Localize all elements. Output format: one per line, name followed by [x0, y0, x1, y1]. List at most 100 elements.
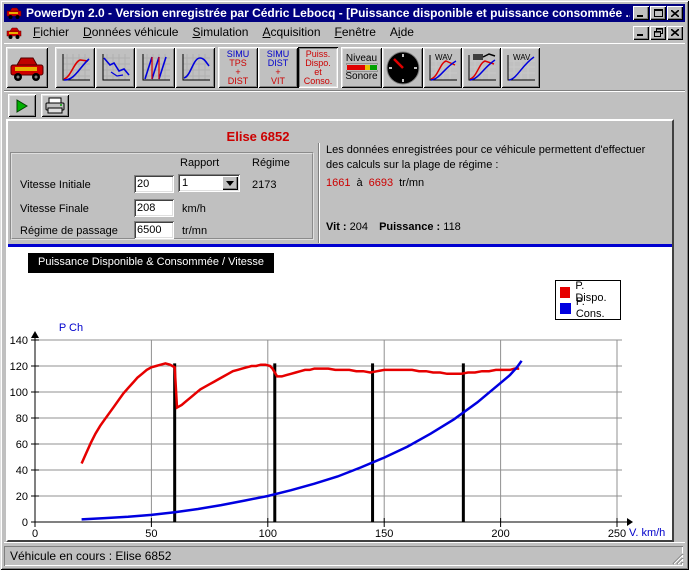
- info-line-1: Les données enregistrées pour ce véhicul…: [326, 143, 672, 158]
- svg-text:100: 100: [259, 528, 277, 540]
- window-title: PowerDyn 2.0 - Version enregistrée par C…: [26, 6, 630, 20]
- svg-text:120: 120: [10, 361, 28, 373]
- vehicle-button[interactable]: [6, 47, 48, 88]
- deceleration-chart-icon: [99, 52, 132, 84]
- niveau-sonore-button[interactable]: Niveau Sonore: [341, 47, 382, 88]
- graph-deceleration-button[interactable]: [95, 47, 135, 88]
- result-readout: Vit : 204 Puissance : 118: [326, 221, 469, 233]
- svg-text:50: 50: [145, 528, 157, 540]
- minimize-button[interactable]: [633, 6, 649, 20]
- status-text: Véhicule en cours : Elise 6852: [10, 549, 171, 563]
- svg-text:80: 80: [16, 413, 28, 425]
- regime-passage-label: Régime de passage: [20, 225, 118, 237]
- svg-text:0: 0: [22, 517, 28, 529]
- vehicle-name-title: Elise 6852: [138, 129, 378, 144]
- status-panel: Véhicule en cours : Elise 6852: [4, 546, 683, 566]
- vit-label: Vit :: [326, 221, 347, 233]
- close-button[interactable]: [667, 6, 683, 20]
- regime-passage-input[interactable]: [134, 221, 174, 239]
- red-swatch-icon: [560, 287, 570, 298]
- print-button[interactable]: [41, 94, 69, 117]
- chart-title: Puissance Disponible & Consommée / Vites…: [28, 253, 274, 273]
- svg-text:100: 100: [10, 387, 28, 399]
- mdi-close-button[interactable]: [667, 26, 683, 40]
- svg-text:60: 60: [16, 439, 28, 451]
- info-line-2: des calculs sur la plage de régime :: [326, 158, 672, 173]
- car-icon: [9, 54, 45, 82]
- document-car-icon[interactable]: [6, 26, 22, 40]
- svg-text:40: 40: [16, 465, 28, 477]
- graph-torque-button[interactable]: [175, 47, 215, 88]
- svg-text:200: 200: [491, 528, 509, 540]
- app-window: PowerDyn 2.0 - Version enregistrée par C…: [0, 0, 689, 570]
- mdi-restore-button[interactable]: [650, 26, 666, 40]
- menu-bar: Fichier Données véhicule Simulation Acqu…: [4, 23, 685, 42]
- run-button[interactable]: [8, 94, 36, 117]
- svg-text:WAV: WAV: [435, 53, 453, 62]
- menu-acquisition[interactable]: Acquisition: [255, 23, 327, 42]
- title-bar: PowerDyn 2.0 - Version enregistrée par C…: [4, 4, 685, 22]
- svg-text:140: 140: [10, 335, 28, 347]
- rpm-range-min: 1661: [326, 177, 350, 189]
- torque-chart-icon: [179, 52, 212, 84]
- legend-item-cons: P. Cons.: [560, 300, 616, 316]
- puissance-label: Puissance :: [379, 221, 440, 233]
- svg-text:150: 150: [375, 528, 393, 540]
- app-car-icon: [6, 6, 22, 20]
- svg-text:20: 20: [16, 491, 28, 503]
- graph-power-speed-button[interactable]: [55, 47, 95, 88]
- vitesse-finale-label: Vitesse Finale: [20, 203, 89, 215]
- play-icon: [16, 99, 28, 113]
- vitesse-finale-input[interactable]: [134, 199, 174, 217]
- menu-fichier[interactable]: Fichier: [26, 23, 76, 42]
- spark-wav-button[interactable]: [462, 47, 501, 88]
- regime-value: 2173: [252, 179, 276, 191]
- wav-speed-chart-icon: WAV: [504, 51, 537, 84]
- blue-swatch-icon: [560, 303, 571, 314]
- mdi-minimize-button[interactable]: [633, 26, 649, 40]
- puiss-dispo-conso-button[interactable]: Puiss. Dispo. et Conso.: [298, 47, 338, 88]
- vitesse-finale-unit: km/h: [182, 203, 206, 215]
- regime-header: Régime: [252, 157, 290, 169]
- menu-donnees-vehicule[interactable]: Données véhicule: [76, 23, 185, 42]
- menu-aide[interactable]: Aide: [383, 23, 421, 42]
- rapport-dropdown-button[interactable]: [222, 176, 238, 190]
- simu-dist-vit-button[interactable]: SIMU DIST + VIT: [258, 47, 298, 88]
- svg-text:0: 0: [32, 528, 38, 540]
- chevron-down-icon: [226, 181, 234, 186]
- svg-text:WAV: WAV: [513, 53, 531, 62]
- simulation-panel: Elise 6852 Rapport Régime Vitesse Initia…: [6, 119, 674, 542]
- regime-passage-unit: tr/mn: [182, 225, 207, 237]
- tachometer-icon: [386, 51, 420, 85]
- gauge-button[interactable]: [382, 47, 423, 88]
- vitesse-initiale-label: Vitesse Initiale: [20, 179, 91, 191]
- graph-gears-button[interactable]: [135, 47, 175, 88]
- rapport-select[interactable]: 1: [178, 174, 240, 192]
- menu-fenetre[interactable]: Fenêtre: [328, 23, 383, 42]
- maximize-button[interactable]: [650, 6, 666, 20]
- rpm-range-unit: tr/mn: [399, 177, 424, 189]
- rpm-range-max: 6693: [369, 177, 393, 189]
- run-toolbar: [4, 90, 685, 118]
- rpm-range-info: Les données enregistrées pour ce véhicul…: [326, 143, 672, 189]
- speed-parameters-groupbox: Rapport Régime Vitesse Initiale 1 2173 V…: [10, 152, 314, 240]
- resize-grip[interactable]: [671, 552, 684, 565]
- wav-power-chart-icon: WAV: [426, 51, 459, 84]
- parameters-area: Elise 6852 Rapport Régime Vitesse Initia…: [8, 121, 672, 244]
- main-toolbar: SIMU TPS + DIST SIMU DIST + VIT Puiss. D…: [4, 43, 685, 90]
- divider: [318, 143, 320, 243]
- svg-text:P Ch: P Ch: [59, 322, 83, 334]
- vitesse-initiale-input[interactable]: [134, 175, 174, 193]
- svg-text:250: 250: [608, 528, 626, 540]
- menu-simulation[interactable]: Simulation: [185, 23, 255, 42]
- spark-plug-chart-icon: [465, 51, 498, 84]
- wav-power-button[interactable]: WAV: [423, 47, 462, 88]
- wav-speed-button[interactable]: WAV: [501, 47, 540, 88]
- chart-legend: P. Dispo. P. Cons.: [555, 280, 621, 320]
- rapport-header: Rapport: [180, 157, 219, 169]
- chart-area: 050100150200250020406080100120140P ChV. …: [8, 247, 672, 540]
- vit-value: 204: [350, 221, 368, 233]
- printer-icon: [45, 97, 65, 114]
- simu-tps-dist-button[interactable]: SIMU TPS + DIST: [218, 47, 258, 88]
- status-bar: Véhicule en cours : Elise 6852: [4, 542, 685, 566]
